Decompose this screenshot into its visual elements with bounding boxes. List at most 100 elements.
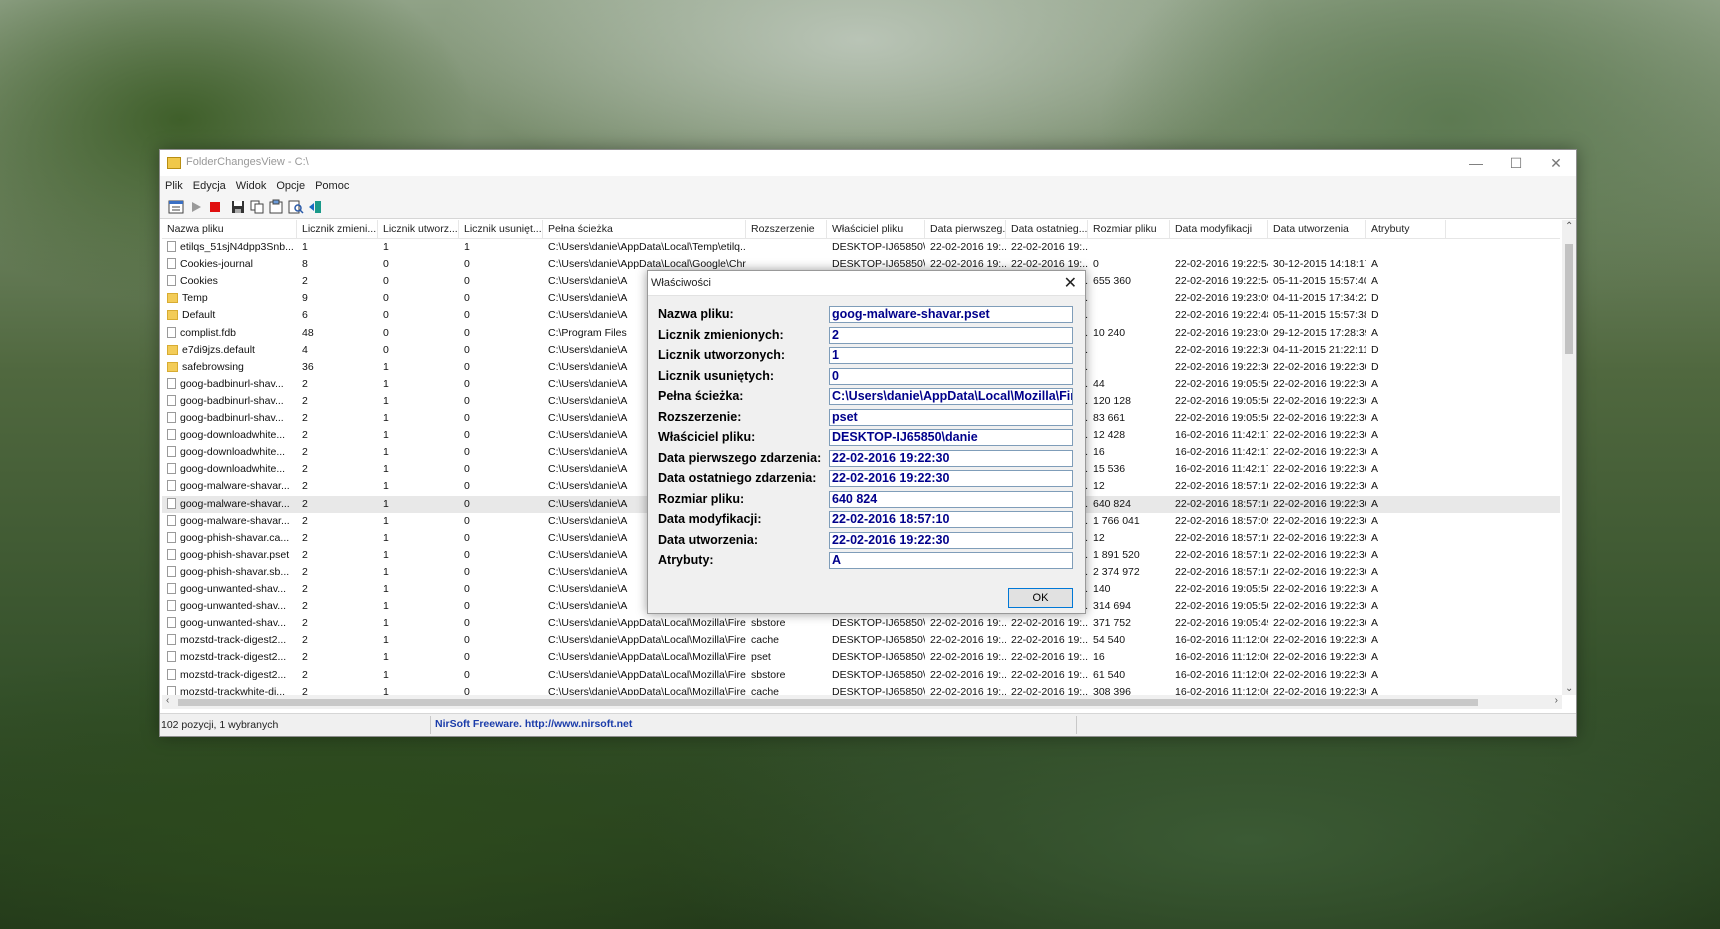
table-cell: 22-02-2016 18:57:10 xyxy=(1175,548,1268,561)
menu-widok[interactable]: Widok xyxy=(231,176,272,196)
find-icon[interactable] xyxy=(288,199,304,215)
file-name: goog-phish-shavar.pset xyxy=(180,548,290,561)
table-cell: 22-02-2016 19:22:30 xyxy=(1273,617,1366,630)
table-cell: 0 xyxy=(464,651,470,664)
column-header[interactable]: Atrybuty xyxy=(1366,220,1446,238)
table-cell: 1 xyxy=(383,583,389,595)
column-header[interactable]: Pełna ścieżka xyxy=(543,220,746,238)
field-value[interactable]: C:\Users\danie\AppData\Local\Mozilla\Fir… xyxy=(829,388,1073,405)
table-cell: 0 xyxy=(464,412,470,424)
table-cell: Temp xyxy=(162,290,297,307)
field-value[interactable]: 1 xyxy=(829,347,1073,364)
table-cell: 22-02-2016 19:... xyxy=(930,241,1006,253)
table-cell xyxy=(1088,307,1170,324)
field-value[interactable]: pset xyxy=(829,408,1073,426)
nirsoft-link[interactable]: NirSoft Freeware. http://www.nirsoft.net xyxy=(435,718,632,730)
column-header[interactable]: Licznik utworz... xyxy=(378,220,459,238)
menu-opcje[interactable]: Opcje xyxy=(271,176,310,196)
table-cell: 1 xyxy=(302,241,308,253)
table-row[interactable]: mozstd-track-digest2... 2 1 0 C:\Users\danie… xyxy=(162,649,1560,666)
dialog-close-icon[interactable]: ✕ xyxy=(1064,273,1077,293)
maximize-button[interactable]: ☐ xyxy=(1496,150,1536,176)
table-cell: 22-02-2016 19:22:54 xyxy=(1175,275,1268,288)
table-cell: 2 xyxy=(302,446,308,459)
table-row[interactable]: mozstd-track-digest2... 2 1 0 C:\Users\danie… xyxy=(162,667,1560,684)
menu-plik[interactable]: Plik xyxy=(160,176,188,196)
field-value[interactable]: 22-02-2016 18:57:10 xyxy=(829,511,1073,528)
table-row[interactable]: etilqs_51sjN4dpp3Snb... 1 1 1 C:\Users\danie… xyxy=(162,239,1560,256)
file-icon xyxy=(167,668,176,680)
table-cell: A xyxy=(1371,583,1379,595)
table-cell: C:\Users\danie\AppData\Local\Mozilla\Fir… xyxy=(548,617,746,630)
table-cell: 22-02-2016 18:57:10 xyxy=(1175,531,1268,544)
horizontal-scrollbar[interactable]: ‹ › xyxy=(162,695,1562,709)
column-header[interactable]: Data modyfikacji xyxy=(1170,220,1268,238)
field-value[interactable]: 22-02-2016 19:22:30 xyxy=(829,531,1073,549)
scroll-up-icon[interactable]: ⌃ xyxy=(1565,221,1573,232)
stop-icon[interactable] xyxy=(207,199,223,215)
table-cell: 22-02-2016 18:57:10 xyxy=(1175,565,1268,578)
field-value[interactable]: 2 xyxy=(829,326,1073,344)
table-cell: 2 xyxy=(302,394,308,407)
table-row[interactable]: mozstd-track-digest2... 2 1 0 C:\Users\danie… xyxy=(162,632,1560,649)
column-header[interactable]: Licznik usunięt... xyxy=(459,220,543,238)
column-header[interactable]: Nazwa pliku xyxy=(162,220,297,238)
table-cell: 22-02-2016 19:22:30 xyxy=(1273,463,1366,476)
status-divider xyxy=(1076,716,1077,734)
column-header[interactable]: Licznik zmieni... xyxy=(297,220,378,238)
menu-pomoc[interactable]: Pomoc xyxy=(310,176,354,196)
field-value[interactable]: A xyxy=(829,552,1073,569)
table-cell: 15 536 xyxy=(1093,463,1126,476)
table-cell: 22-02-2016 19:22:30 xyxy=(1273,531,1366,544)
field-value[interactable]: 22-02-2016 19:22:30 xyxy=(829,470,1073,487)
menu-edycja[interactable]: Edycja xyxy=(188,176,231,196)
table-cell: goog-phish-shavar.pset xyxy=(162,547,297,564)
horizontal-scroll-thumb[interactable] xyxy=(178,699,1478,706)
table-cell: 22-02-2016 19:22:48 xyxy=(1175,309,1268,322)
column-header[interactable]: Rozmiar pliku xyxy=(1088,220,1170,238)
close-button[interactable]: ✕ xyxy=(1536,150,1576,176)
scroll-right-icon[interactable]: › xyxy=(1555,695,1558,706)
html-report-icon[interactable] xyxy=(268,199,284,215)
file-name: goog-malware-shavar... xyxy=(180,514,290,527)
window-title: FolderChangesView - C:\ xyxy=(186,156,309,168)
vertical-scrollbar[interactable]: ⌃ ⌄ xyxy=(1562,220,1576,695)
play-icon[interactable] xyxy=(188,199,204,215)
column-header[interactable]: Data ostatnieg... xyxy=(1006,220,1088,238)
table-cell: 22-02-2016 19:22:30 xyxy=(1273,668,1366,681)
table-row[interactable]: goog-unwanted-shav... 2 1 0 C:\Users\danie\A… xyxy=(162,615,1560,632)
column-header[interactable]: Data utworzenia xyxy=(1268,220,1366,238)
minimize-button[interactable]: — xyxy=(1456,150,1496,176)
table-cell: D xyxy=(1371,292,1379,305)
table-cell: A xyxy=(1371,429,1379,442)
table-cell: 22-02-2016 19:22:30 xyxy=(1175,360,1268,373)
properties-icon[interactable] xyxy=(168,199,184,215)
field-value[interactable]: DESKTOP-IJ65850\danie xyxy=(829,429,1073,446)
table-cell: C:\Users\danie\AppData\Local\Mozilla\Fir… xyxy=(548,634,746,647)
column-header[interactable]: Data pierwszeg... xyxy=(925,220,1006,238)
table-cell: 0 xyxy=(464,394,470,407)
table-cell: 36 xyxy=(302,360,314,373)
field-value[interactable]: 640 824 xyxy=(829,490,1073,508)
file-icon xyxy=(167,565,176,577)
table-cell: 0 xyxy=(464,617,470,630)
field-value[interactable]: 0 xyxy=(829,367,1073,385)
scroll-down-icon[interactable]: ⌄ xyxy=(1565,683,1573,694)
table-cell: goog-malware-shavar... xyxy=(162,513,297,530)
exit-icon[interactable] xyxy=(307,199,323,215)
table-cell: 0 xyxy=(464,480,470,493)
scroll-left-icon[interactable]: ‹ xyxy=(166,695,169,706)
table-cell: 12 xyxy=(1093,531,1105,544)
save-icon[interactable] xyxy=(230,199,246,215)
table-cell: DESKTOP-IJ65850\... xyxy=(832,241,925,253)
table-cell: 22-02-2016 19:... xyxy=(1011,634,1088,647)
field-value[interactable]: goog-malware-shavar.pset xyxy=(829,306,1073,323)
table-cell: 4 xyxy=(302,343,308,356)
field-value[interactable]: 22-02-2016 19:22:30 xyxy=(829,449,1073,467)
ok-button[interactable]: OK xyxy=(1008,588,1073,608)
column-header[interactable]: Rozszerzenie xyxy=(746,220,827,238)
vertical-scroll-thumb[interactable] xyxy=(1565,244,1573,354)
file-icon xyxy=(167,497,176,509)
column-header[interactable]: Właściciel pliku xyxy=(827,220,925,238)
copy-icon[interactable] xyxy=(249,199,265,215)
